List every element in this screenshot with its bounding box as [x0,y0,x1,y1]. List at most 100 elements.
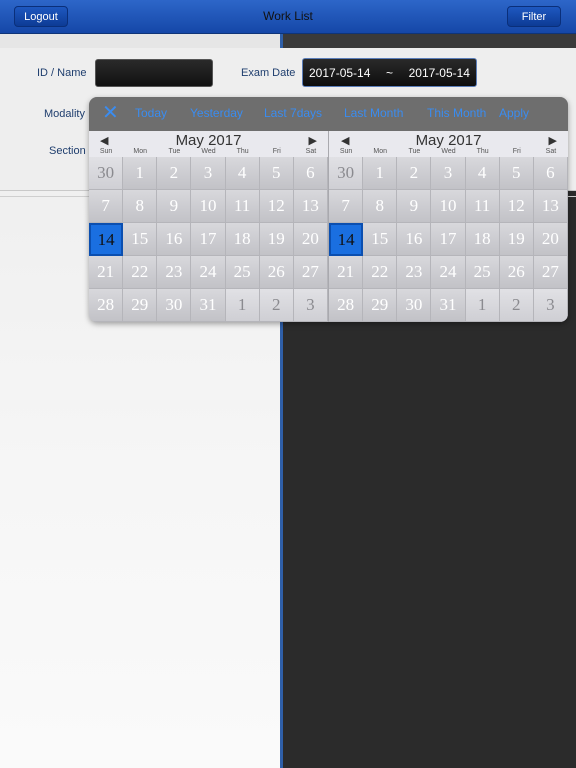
day-cell[interactable]: 12 [259,190,294,223]
day-cell[interactable]: 23 [397,256,432,289]
weekday-label: Mon [373,148,388,155]
day-cell[interactable]: 3 [293,289,328,322]
viewer-header-strip [283,34,576,48]
day-cell[interactable]: 21 [329,256,364,289]
day-cell[interactable]: 22 [363,256,398,289]
day-cell[interactable]: 19 [259,223,294,256]
day-cell-selected[interactable]: 14 [329,223,364,256]
day-cell[interactable]: 18 [465,223,500,256]
day-cell[interactable]: 30 [329,157,364,190]
chevron-right-icon[interactable]: ▶ [549,134,557,147]
day-cell[interactable]: 9 [157,190,192,223]
day-cell[interactable]: 4 [465,157,500,190]
day-cell[interactable]: 2 [157,157,192,190]
day-cell[interactable]: 21 [89,256,124,289]
day-cell[interactable]: 11 [465,190,500,223]
apply-button[interactable]: Apply [499,106,529,120]
day-cell[interactable]: 29 [123,289,158,322]
filter-button[interactable]: Filter [507,6,561,27]
day-cell[interactable]: 20 [293,223,328,256]
day-cell[interactable]: 17 [191,223,226,256]
day-cell[interactable]: 6 [533,157,568,190]
day-cell[interactable]: 1 [225,289,260,322]
day-cell[interactable]: 2 [397,157,432,190]
date-separator: ~ [385,65,393,80]
month-header-start: ◀ May 2017 ▶ Sun Mon Tue Wed Thu Fri Sat [89,131,328,157]
day-cell[interactable]: 8 [123,190,158,223]
today-button[interactable]: Today [135,106,167,120]
day-cell[interactable]: 19 [499,223,534,256]
day-cell-selected[interactable]: 14 [89,223,124,256]
day-cell[interactable]: 8 [363,190,398,223]
day-cell[interactable]: 31 [431,289,466,322]
weekday-label: Fri [272,148,281,155]
day-cell[interactable]: 11 [225,190,260,223]
day-cell[interactable]: 20 [533,223,568,256]
last-7days-button[interactable]: Last 7days [264,106,322,120]
day-cell[interactable]: 2 [259,289,294,322]
day-cell[interactable]: 27 [293,256,328,289]
day-cell[interactable]: 30 [397,289,432,322]
close-icon[interactable]: ✕ [102,103,119,123]
day-cell[interactable]: 23 [157,256,192,289]
exam-date-field[interactable]: 2017-05-14 ~ 2017-05-14 [302,58,477,87]
weekday-label: Wed [441,148,456,155]
day-cell[interactable]: 10 [191,190,226,223]
day-cell[interactable]: 28 [89,289,124,322]
day-cell[interactable]: 18 [225,223,260,256]
id-name-input[interactable] [95,59,213,87]
day-cell[interactable]: 26 [499,256,534,289]
day-cell[interactable]: 13 [533,190,568,223]
month-title: May 2017 [175,132,242,149]
date-range-picker: ✕ Today Yesterday Last 7days Last Month … [89,97,568,322]
day-cell[interactable]: 5 [499,157,534,190]
weekday-label: Thu [476,148,489,155]
yesterday-button[interactable]: Yesterday [190,106,243,120]
day-cell[interactable]: 30 [89,157,124,190]
day-cell[interactable]: 5 [259,157,294,190]
day-cell[interactable]: 22 [123,256,158,289]
day-cell[interactable]: 9 [397,190,432,223]
day-cell[interactable]: 24 [191,256,226,289]
day-cell[interactable]: 10 [431,190,466,223]
day-cell[interactable]: 13 [293,190,328,223]
day-cell[interactable]: 26 [259,256,294,289]
day-cell[interactable]: 1 [363,157,398,190]
day-cell[interactable]: 3 [431,157,466,190]
day-cell[interactable]: 24 [431,256,466,289]
worklist-header-strip [0,34,280,49]
day-cell[interactable]: 7 [329,190,364,223]
day-cell[interactable]: 27 [533,256,568,289]
day-cell[interactable]: 1 [465,289,500,322]
calendar-divider [328,131,329,322]
chevron-right-icon[interactable]: ▶ [309,134,317,147]
day-cell[interactable]: 7 [89,190,124,223]
day-cell[interactable]: 2 [499,289,534,322]
day-cell[interactable]: 16 [157,223,192,256]
day-cell[interactable]: 16 [397,223,432,256]
day-cell[interactable]: 3 [191,157,226,190]
date-to-value: 2017-05-14 [408,65,470,80]
page-title: Work List [263,9,313,23]
day-cell[interactable]: 15 [363,223,398,256]
day-cell[interactable]: 12 [499,190,534,223]
month-header-end: ◀ May 2017 ▶ Sun Mon Tue Wed Thu Fri Sat [329,131,568,157]
day-cell[interactable]: 17 [431,223,466,256]
day-cell[interactable]: 1 [123,157,158,190]
date-from-value: 2017-05-14 [309,65,371,80]
weekday-label: Thu [236,148,249,155]
day-cell[interactable]: 25 [465,256,500,289]
modality-label: Modality [44,108,85,120]
last-month-button[interactable]: Last Month [344,106,403,120]
day-cell[interactable]: 3 [533,289,568,322]
exam-date-label: Exam Date [241,67,296,79]
day-cell[interactable]: 4 [225,157,260,190]
day-cell[interactable]: 25 [225,256,260,289]
day-cell[interactable]: 29 [363,289,398,322]
day-cell[interactable]: 15 [123,223,158,256]
day-cell[interactable]: 31 [191,289,226,322]
day-cell[interactable]: 6 [293,157,328,190]
day-cell[interactable]: 30 [157,289,192,322]
day-cell[interactable]: 28 [329,289,364,322]
this-month-button[interactable]: This Month [427,106,486,120]
